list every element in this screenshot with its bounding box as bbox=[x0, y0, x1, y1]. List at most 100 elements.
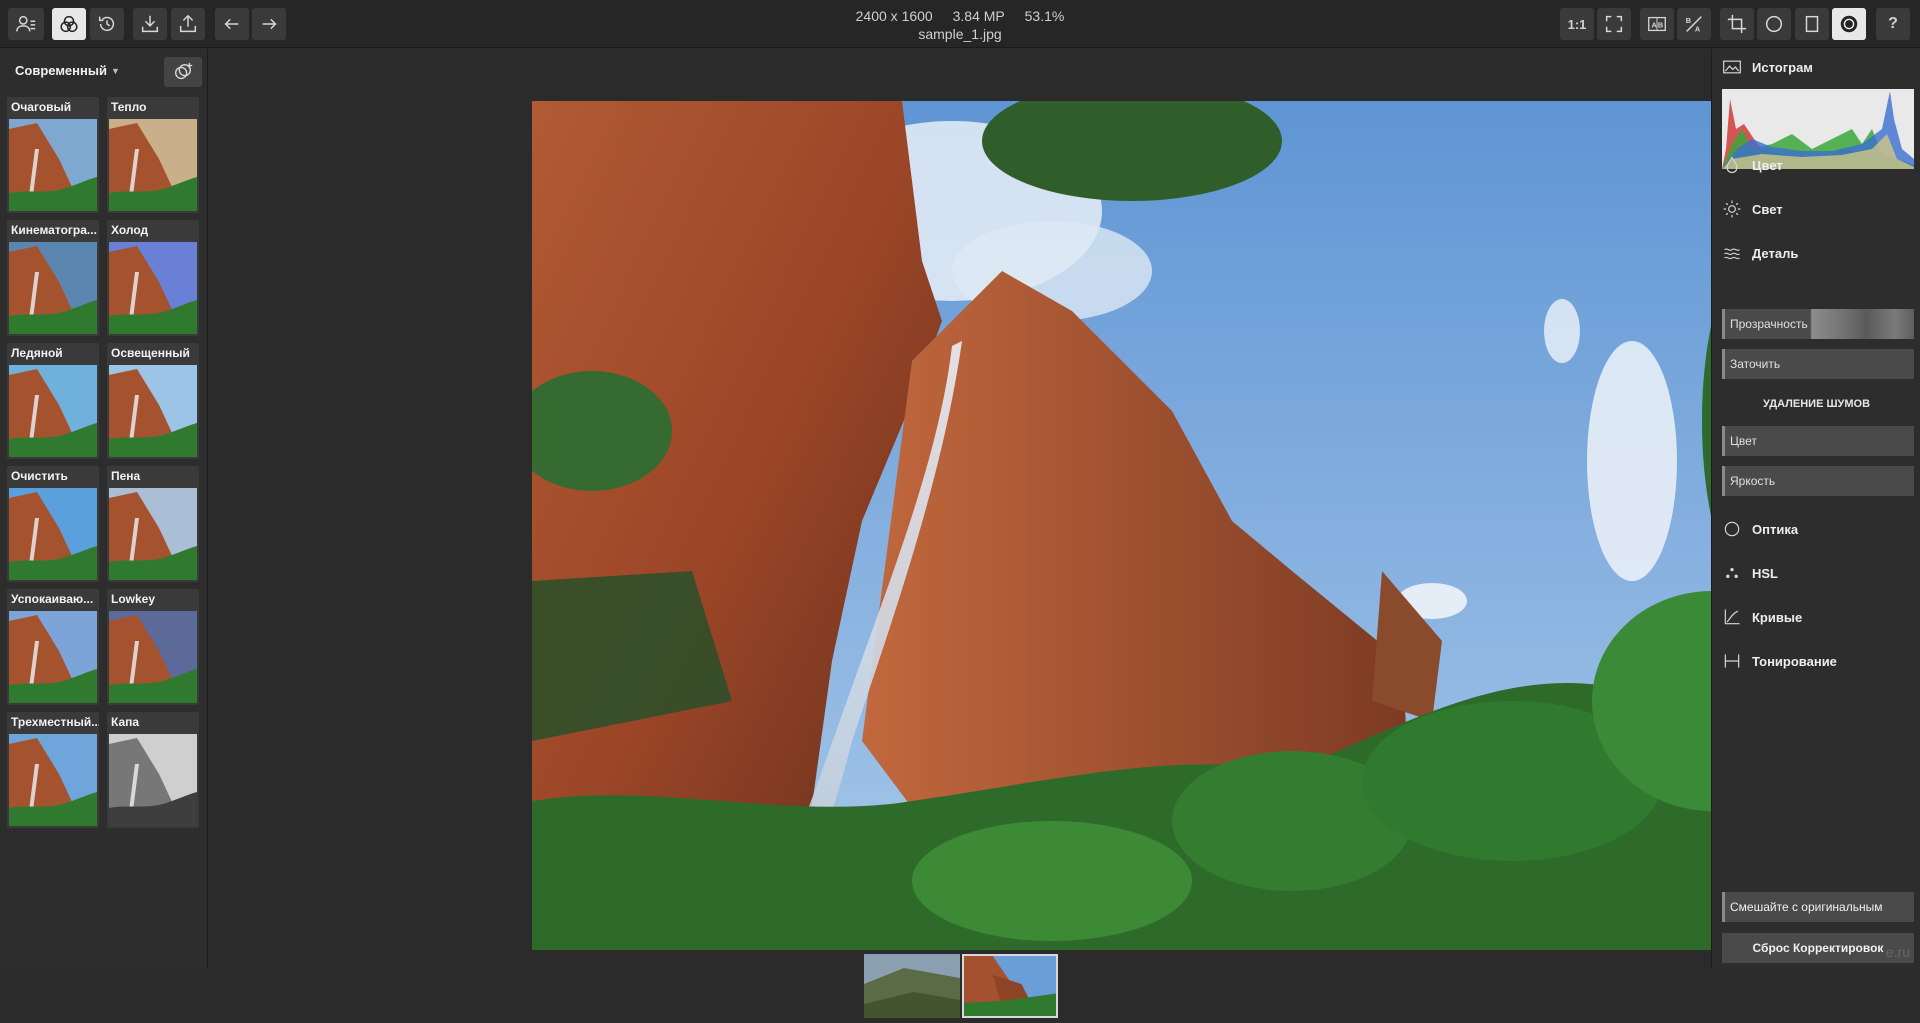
filmstrip-thumb-2-selected[interactable] bbox=[962, 954, 1058, 1018]
preset-thumbnail bbox=[109, 242, 197, 334]
hsl-label: HSL bbox=[1752, 565, 1778, 581]
preset-card[interactable]: Трехместный... bbox=[7, 712, 99, 828]
adjustments-panel: Истограм Цвет Свет Деталь Прозрачность З… bbox=[1711, 49, 1920, 969]
preset-name: Очистить bbox=[11, 469, 68, 483]
histogram-icon bbox=[1723, 60, 1741, 74]
adjustments-tab-icon[interactable] bbox=[1832, 8, 1866, 40]
histogram-label: Истограм bbox=[1752, 59, 1813, 75]
preset-name: Очаговый bbox=[11, 100, 72, 114]
preset-thumbnail bbox=[9, 242, 97, 334]
preset-name: Трехместный... bbox=[11, 715, 99, 729]
preset-name: Холод bbox=[111, 223, 149, 237]
noise-color-slider[interactable]: Цвет bbox=[1722, 426, 1914, 456]
detail-label: Деталь bbox=[1752, 245, 1799, 261]
chevron-down-icon: ▼ bbox=[110, 66, 120, 76]
image-megapixels: 3.84 MP bbox=[952, 8, 1005, 24]
main-photo bbox=[532, 101, 1805, 950]
image-info: 2400 x 1600 3.84 MP 53.1% sample_1.jpg bbox=[0, 7, 1920, 43]
color-label: Цвет bbox=[1752, 157, 1783, 173]
preset-thumbnail bbox=[109, 734, 197, 826]
preset-name: Успокаиваю... bbox=[11, 592, 94, 606]
gradient-mask-icon[interactable] bbox=[1795, 8, 1829, 40]
curves-label: Кривые bbox=[1752, 609, 1803, 625]
toning-label: Тонирование bbox=[1752, 653, 1837, 669]
watermark-text: e.ru bbox=[1885, 944, 1910, 960]
clarity-slider[interactable]: Прозрачность bbox=[1722, 309, 1914, 339]
curves-section[interactable]: Кривые bbox=[1722, 607, 1802, 627]
preset-card[interactable]: Ледяной bbox=[7, 343, 99, 459]
sharpen-slider[interactable]: Заточить bbox=[1722, 349, 1914, 379]
crop-icon[interactable] bbox=[1720, 8, 1754, 40]
filmstrip-image-2 bbox=[964, 956, 1056, 1016]
radial-mask-icon[interactable] bbox=[1757, 8, 1791, 40]
preset-card[interactable]: Очистить bbox=[7, 466, 99, 582]
zoom-1to1-label: 1:1 bbox=[1567, 16, 1587, 32]
preset-card[interactable]: Холод bbox=[107, 220, 199, 336]
reset-label: Сброс Корректировок bbox=[1752, 941, 1884, 955]
fit-screen-icon[interactable] bbox=[1597, 8, 1631, 40]
before-after-icon[interactable]: BA bbox=[1677, 8, 1711, 40]
noise-luma-slider[interactable]: Яркость bbox=[1722, 466, 1914, 496]
noise-reduction-heading: УДАЛЕНИЕ ШУМОВ bbox=[1762, 398, 1871, 410]
image-canvas[interactable] bbox=[209, 49, 1805, 1018]
help-button[interactable]: ? bbox=[1876, 8, 1910, 40]
noise-luma-label: Яркость bbox=[1730, 474, 1776, 488]
zoom-1to1-button[interactable]: 1:1 bbox=[1560, 8, 1594, 40]
preset-card[interactable]: Капа bbox=[107, 712, 199, 828]
histogram-section[interactable]: Истограм bbox=[1722, 57, 1813, 77]
optics-section[interactable]: Оптика bbox=[1722, 519, 1798, 539]
preset-thumbnail bbox=[9, 734, 97, 826]
zoom-level: 53.1% bbox=[1024, 8, 1065, 24]
preset-name: Ледяной bbox=[11, 346, 63, 360]
file-name: sample_1.jpg bbox=[918, 26, 1002, 42]
preset-thumbnail bbox=[109, 488, 197, 580]
filmstrip-thumb-1[interactable] bbox=[864, 954, 960, 1018]
drop-icon bbox=[1726, 156, 1738, 174]
detail-waves-icon bbox=[1724, 248, 1740, 260]
toning-section[interactable]: Тонирование bbox=[1722, 651, 1837, 671]
preset-name: Пена bbox=[111, 469, 141, 483]
hsl-section[interactable]: HSL bbox=[1722, 563, 1778, 583]
presets-panel: Современный ▼ Очаговый Тепло Кинематогра...… bbox=[0, 49, 208, 969]
preset-card[interactable]: Lowkey bbox=[107, 589, 199, 705]
preset-name: Lowkey bbox=[111, 592, 156, 606]
hsl-dots-icon bbox=[1726, 568, 1738, 578]
preset-card[interactable]: Кинематогра... bbox=[7, 220, 99, 336]
toning-icon bbox=[1724, 654, 1740, 668]
lens-icon bbox=[1724, 521, 1740, 537]
svg-text:B: B bbox=[1658, 21, 1663, 30]
light-label: Свет bbox=[1752, 201, 1783, 217]
compare-ab-icon[interactable]: AB bbox=[1640, 8, 1674, 40]
svg-text:A: A bbox=[1695, 24, 1701, 33]
sharpen-label: Заточить bbox=[1730, 357, 1781, 371]
filmstrip-image-1 bbox=[864, 954, 960, 1018]
preset-card[interactable]: Очаговый bbox=[7, 97, 99, 213]
preset-category-dropdown[interactable]: Современный ▼ bbox=[15, 63, 120, 78]
preset-thumbnail bbox=[109, 365, 197, 457]
preset-name: Тепло bbox=[111, 100, 147, 114]
detail-section[interactable]: Деталь bbox=[1722, 243, 1798, 263]
add-preset-button[interactable] bbox=[164, 57, 202, 87]
preset-card[interactable]: Тепло bbox=[107, 97, 199, 213]
color-section[interactable]: Цвет bbox=[1722, 155, 1783, 175]
help-icon: ? bbox=[1888, 15, 1898, 32]
preset-thumbnail bbox=[9, 488, 97, 580]
clarity-label: Прозрачность bbox=[1730, 317, 1808, 331]
preset-card[interactable]: Освещенный bbox=[107, 343, 199, 459]
sun-icon bbox=[1723, 200, 1741, 218]
preset-thumbnail bbox=[109, 119, 197, 211]
noise-color-label: Цвет bbox=[1730, 434, 1757, 448]
preset-card[interactable]: Пена bbox=[107, 466, 199, 582]
svg-text:B: B bbox=[1686, 16, 1691, 25]
blend-original-slider[interactable]: Смешайте с оригинальным bbox=[1722, 892, 1914, 922]
preset-thumbnail bbox=[9, 611, 97, 703]
preset-thumbnail bbox=[109, 611, 197, 703]
preset-thumbnail bbox=[9, 365, 97, 457]
preset-category-label: Современный bbox=[15, 63, 107, 78]
image-dimensions: 2400 x 1600 bbox=[855, 8, 933, 24]
add-preset-icon bbox=[174, 62, 193, 80]
light-section[interactable]: Свет bbox=[1722, 199, 1783, 219]
preset-card[interactable]: Успокаиваю... bbox=[7, 589, 99, 705]
preset-thumbnail bbox=[9, 119, 97, 211]
top-toolbar: 2400 x 1600 3.84 MP 53.1% sample_1.jpg 1… bbox=[0, 0, 1920, 48]
